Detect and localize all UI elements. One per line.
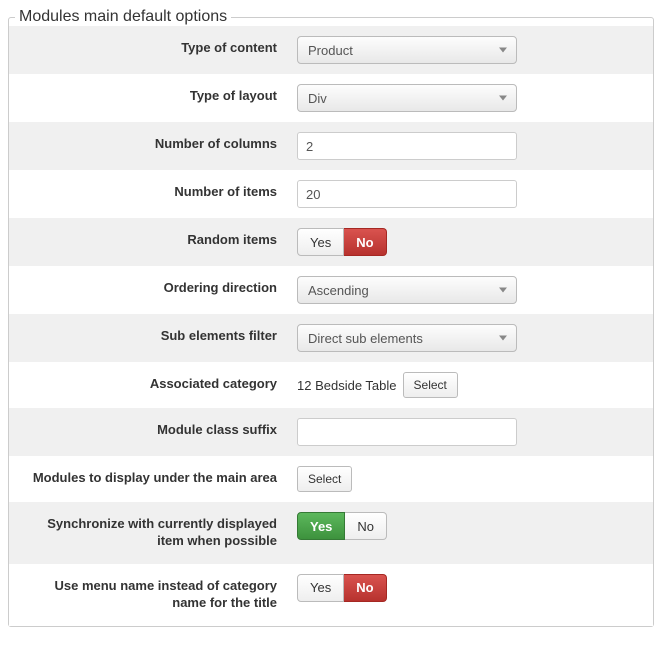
use-menu-name-no[interactable]: No — [344, 574, 386, 602]
row-ordering-direction: Ordering direction Ascending — [9, 266, 653, 314]
row-type-of-content: Type of content Product — [9, 26, 653, 74]
random-items-yes[interactable]: Yes — [297, 228, 344, 256]
row-number-of-items: Number of items — [9, 170, 653, 218]
random-items-no[interactable]: No — [344, 228, 386, 256]
random-items-toggle: Yes No — [297, 228, 387, 256]
row-associated-category: Associated category 12 Bedside Table Sel… — [9, 362, 653, 408]
label-modules-under-main: Modules to display under the main area — [9, 456, 289, 501]
ordering-direction-select[interactable]: Ascending — [297, 276, 517, 304]
number-of-columns-input[interactable] — [297, 132, 517, 160]
label-module-class-suffix: Module class suffix — [9, 408, 289, 453]
row-use-menu-name: Use menu name instead of category name f… — [9, 564, 653, 626]
module-class-suffix-input[interactable] — [297, 418, 517, 446]
associated-category-select-button[interactable]: Select — [403, 372, 458, 398]
row-module-class-suffix: Module class suffix — [9, 408, 653, 456]
synchronize-yes[interactable]: Yes — [297, 512, 345, 540]
label-type-of-content: Type of content — [9, 26, 289, 71]
label-associated-category: Associated category — [9, 362, 289, 407]
number-of-items-input[interactable] — [297, 180, 517, 208]
use-menu-name-toggle: Yes No — [297, 574, 387, 602]
type-of-content-select[interactable]: Product — [297, 36, 517, 64]
fieldset-legend: Modules main default options — [15, 8, 231, 26]
label-synchronize: Synchronize with currently displayed ite… — [9, 502, 289, 564]
label-random-items: Random items — [9, 218, 289, 263]
label-ordering-direction: Ordering direction — [9, 266, 289, 311]
type-of-layout-select[interactable]: Div — [297, 84, 517, 112]
synchronize-toggle: Yes No — [297, 512, 387, 540]
row-synchronize: Synchronize with currently displayed ite… — [9, 502, 653, 564]
modules-under-main-select-button[interactable]: Select — [297, 466, 352, 492]
form-table: Type of content Product Type of layout D… — [9, 26, 653, 626]
row-type-of-layout: Type of layout Div — [9, 74, 653, 122]
row-sub-elements-filter: Sub elements filter Direct sub elements — [9, 314, 653, 362]
label-type-of-layout: Type of layout — [9, 74, 289, 119]
modules-main-default-options-fieldset: Modules main default options Type of con… — [8, 8, 654, 627]
label-number-of-items: Number of items — [9, 170, 289, 215]
row-random-items: Random items Yes No — [9, 218, 653, 266]
sub-elements-filter-select[interactable]: Direct sub elements — [297, 324, 517, 352]
label-sub-elements-filter: Sub elements filter — [9, 314, 289, 359]
row-modules-under-main: Modules to display under the main area S… — [9, 456, 653, 502]
label-number-of-columns: Number of columns — [9, 122, 289, 167]
use-menu-name-yes[interactable]: Yes — [297, 574, 344, 602]
label-use-menu-name: Use menu name instead of category name f… — [9, 564, 289, 626]
row-number-of-columns: Number of columns — [9, 122, 653, 170]
associated-category-value: 12 Bedside Table — [297, 378, 397, 393]
synchronize-no[interactable]: No — [345, 512, 387, 540]
